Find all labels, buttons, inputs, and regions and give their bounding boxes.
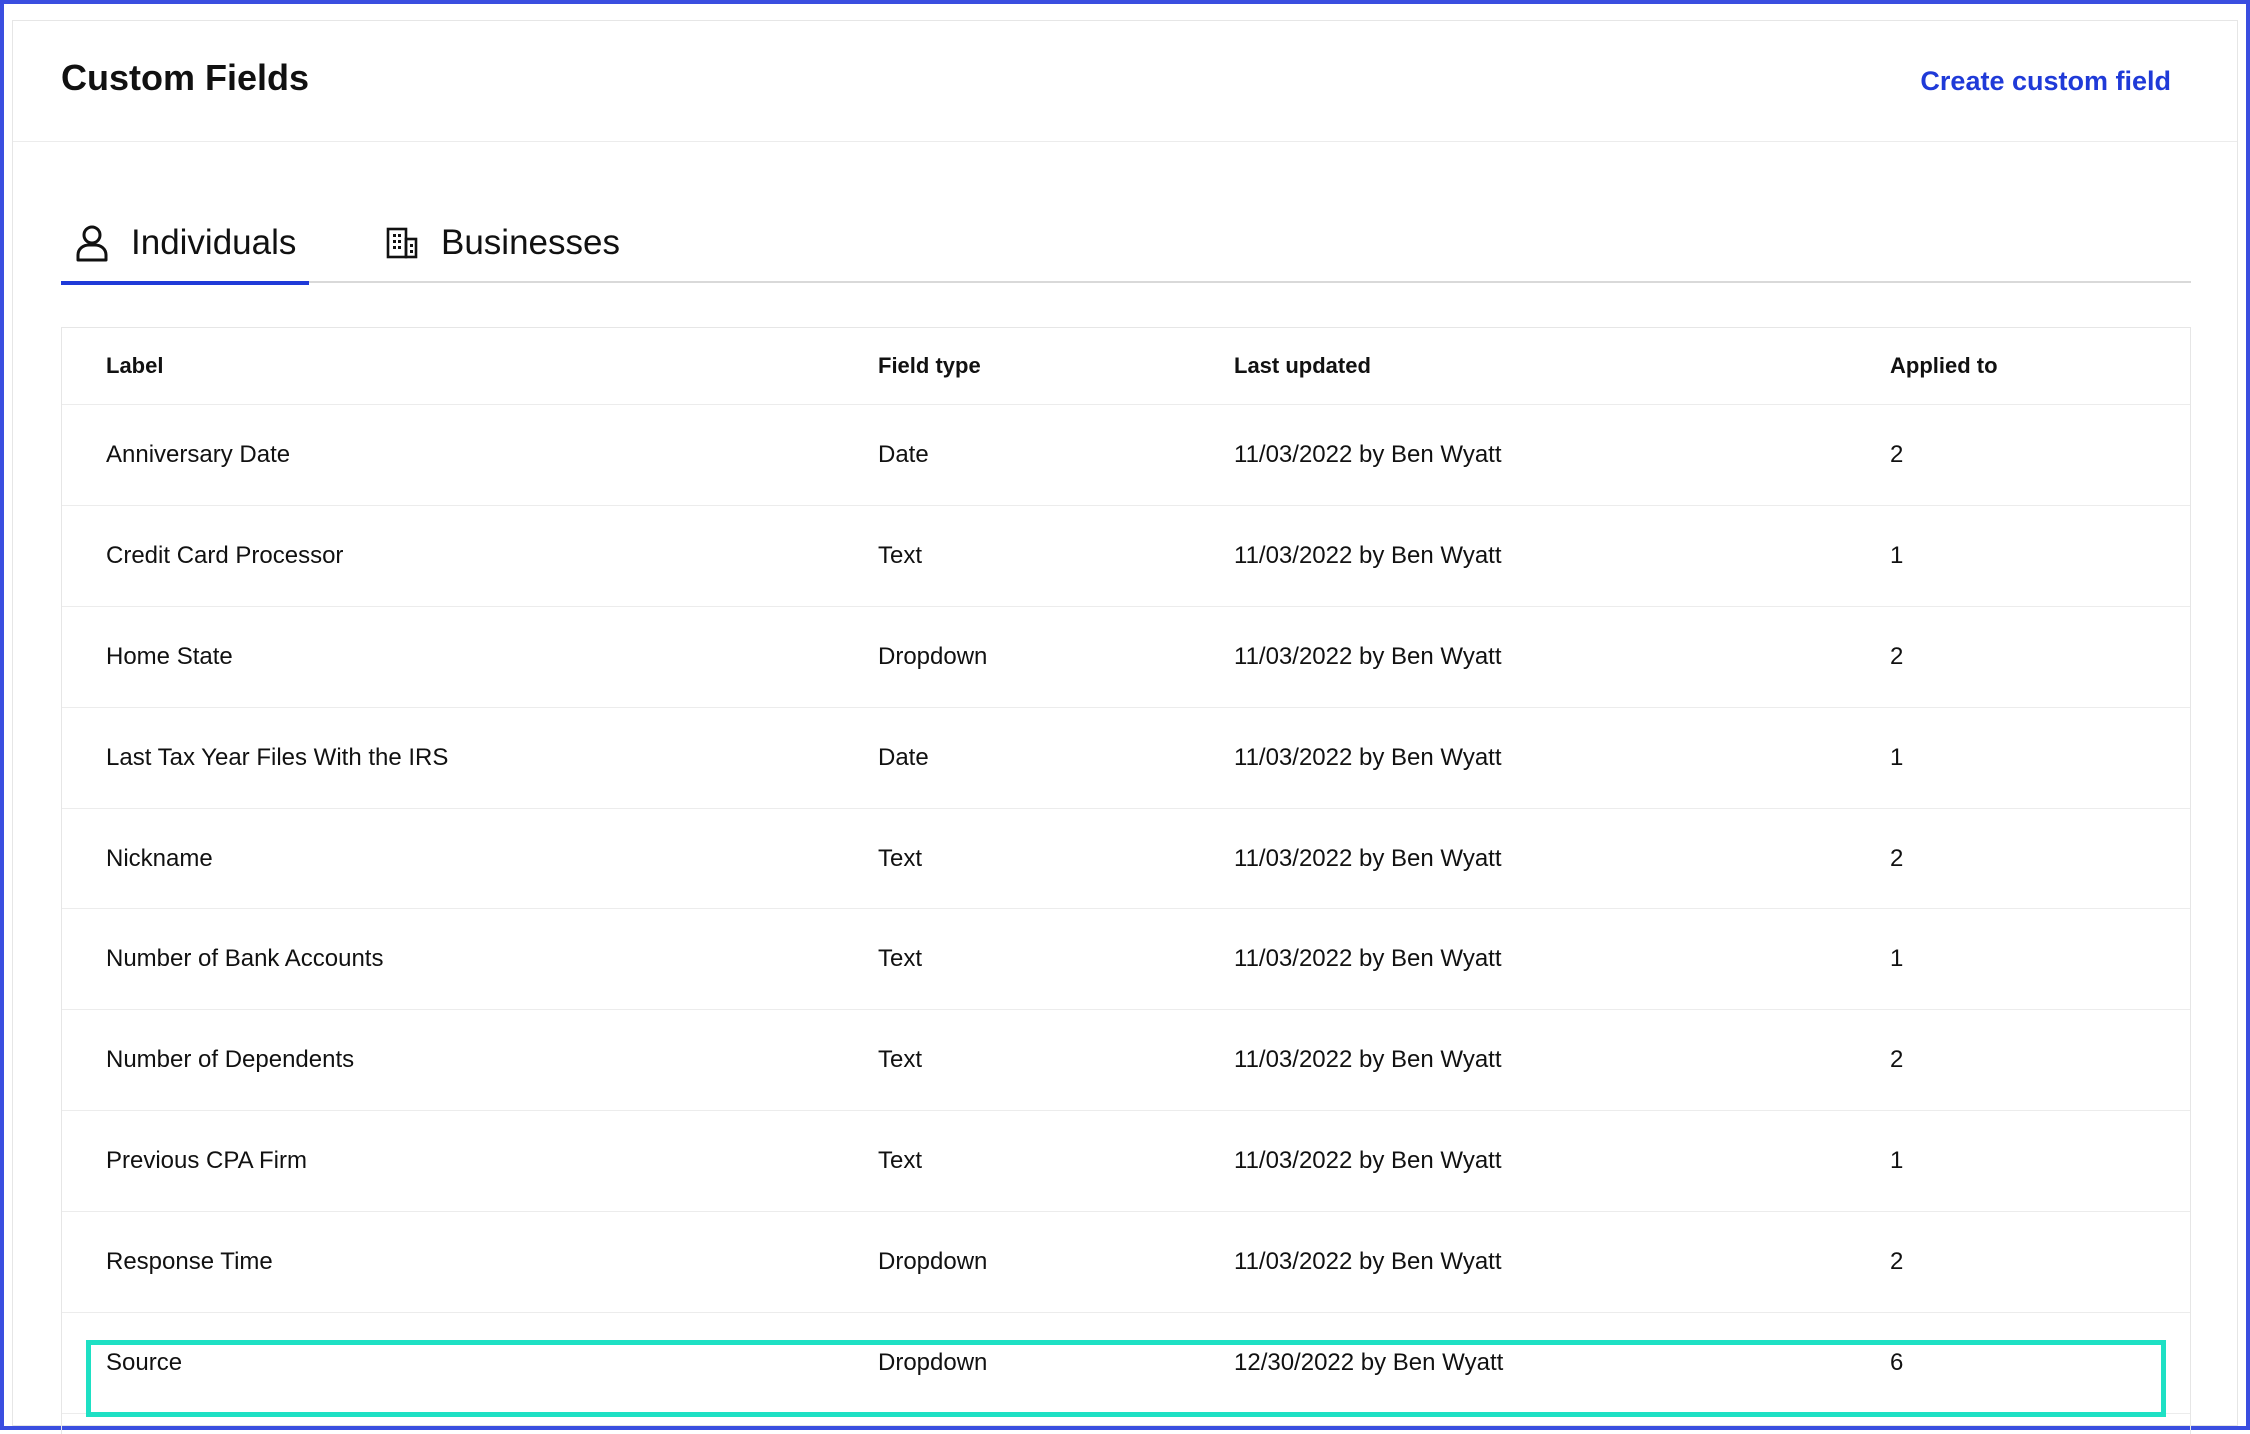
row-last-updated: 11/03/2022 by Ben Wyatt — [1234, 744, 1502, 771]
row-label: Anniversary Date — [106, 441, 291, 468]
row-last-updated: 11/03/2022 by Ben Wyatt — [1234, 643, 1502, 670]
row-last-updated: 11/03/2022 by Ben Wyatt — [1234, 945, 1502, 972]
table-row[interactable]: Credit Card Processor Text 11/03/2022 by… — [62, 506, 2190, 607]
table-row[interactable]: Previous CPA Firm Text 11/03/2022 by Ben… — [62, 1111, 2190, 1212]
row-applied-to: 1 — [1890, 744, 1904, 771]
row-field-type: Text — [878, 1046, 923, 1073]
table-row[interactable]: Nickname Text 11/03/2022 by Ben Wyatt 2 — [62, 809, 2190, 909]
table-row[interactable]: Number of Dependents Text 11/03/2022 by … — [62, 1010, 2190, 1111]
row-label: Source — [106, 1349, 183, 1376]
tab-individuals[interactable]: Individuals — [61, 203, 309, 285]
table-row[interactable]: Response Time Dropdown 11/03/2022 by Ben… — [62, 1212, 2190, 1313]
user-icon — [75, 224, 109, 262]
row-applied-to: 2 — [1890, 643, 1904, 670]
row-field-type: Dropdown — [878, 1349, 988, 1376]
column-header-last-updated[interactable]: Last updated — [1234, 328, 1371, 404]
page-header: Custom Fields Create custom field — [13, 21, 2237, 142]
create-custom-field-link[interactable]: Create custom field — [1920, 66, 2171, 97]
row-applied-to: 1 — [1890, 1147, 1904, 1174]
row-field-type: Text — [878, 844, 923, 872]
row-applied-to: 1 — [1890, 542, 1904, 569]
row-last-updated: 11/03/2022 by Ben Wyatt — [1234, 1147, 1502, 1174]
column-header-field-type[interactable]: Field type — [878, 328, 981, 404]
custom-fields-table: Label Field type Last updated Applied to… — [61, 327, 2191, 1434]
row-field-type: Dropdown — [878, 643, 988, 670]
screenshot-frame: Custom Fields Create custom field Indivi… — [0, 0, 2250, 1434]
tab-businesses[interactable]: Businesses — [371, 203, 634, 283]
row-applied-to: 2 — [1890, 1046, 1904, 1073]
table-row[interactable]: Anniversary Date Date 11/03/2022 by Ben … — [62, 405, 2190, 506]
row-field-type: Date — [878, 744, 929, 771]
row-label: Number of Bank Accounts — [106, 945, 384, 972]
table-header-row: Label Field type Last updated Applied to — [62, 328, 2190, 405]
tab-bar: Individuals Businesses — [61, 203, 2191, 285]
row-last-updated: 11/03/2022 by Ben Wyatt — [1234, 844, 1502, 872]
column-header-label[interactable]: Label — [106, 328, 163, 404]
building-icon — [385, 226, 419, 260]
row-last-updated: 12/30/2022 by Ben Wyatt — [1234, 1349, 1504, 1376]
row-applied-to: 2 — [1890, 441, 1904, 468]
table-row[interactable]: Home State Dropdown 11/03/2022 by Ben Wy… — [62, 607, 2190, 708]
row-label: Previous CPA Firm — [106, 1147, 307, 1174]
row-label: Response Time — [106, 1248, 273, 1275]
row-applied-to: 2 — [1890, 844, 1904, 872]
row-field-type: Text — [878, 542, 923, 569]
custom-fields-page: Custom Fields Create custom field Indivi… — [12, 20, 2238, 1434]
tab-individuals-label: Individuals — [131, 223, 297, 262]
row-last-updated: 11/03/2022 by Ben Wyatt — [1234, 441, 1502, 468]
row-field-type: Dropdown — [878, 1248, 988, 1275]
row-field-type: Date — [878, 441, 929, 468]
column-header-applied-to[interactable]: Applied to — [1890, 328, 1998, 404]
row-applied-to: 2 — [1890, 1248, 1904, 1275]
page-title: Custom Fields — [61, 57, 310, 98]
row-label: Home State — [106, 643, 233, 670]
table-row-highlighted[interactable]: Source Dropdown 12/30/2022 by Ben Wyatt … — [62, 1313, 2190, 1414]
row-label: Last Tax Year Files With the IRS — [106, 744, 449, 771]
row-last-updated: 11/03/2022 by Ben Wyatt — [1234, 542, 1502, 569]
row-applied-to: 6 — [1890, 1349, 1904, 1376]
row-label: Number of Dependents — [106, 1046, 355, 1073]
row-label: Nickname — [106, 844, 213, 872]
row-applied-to: 1 — [1890, 945, 1904, 972]
row-last-updated: 11/03/2022 by Ben Wyatt — [1234, 1248, 1502, 1275]
table-row[interactable]: Number of Bank Accounts Text 11/03/2022 … — [62, 909, 2190, 1010]
row-last-updated: 11/03/2022 by Ben Wyatt — [1234, 1046, 1502, 1073]
tab-businesses-label: Businesses — [441, 223, 620, 262]
row-field-type: Text — [878, 1147, 923, 1174]
row-field-type: Text — [878, 945, 923, 972]
row-label: Credit Card Processor — [106, 542, 344, 569]
table-row[interactable]: Last Tax Year Files With the IRS Date 11… — [62, 708, 2190, 809]
